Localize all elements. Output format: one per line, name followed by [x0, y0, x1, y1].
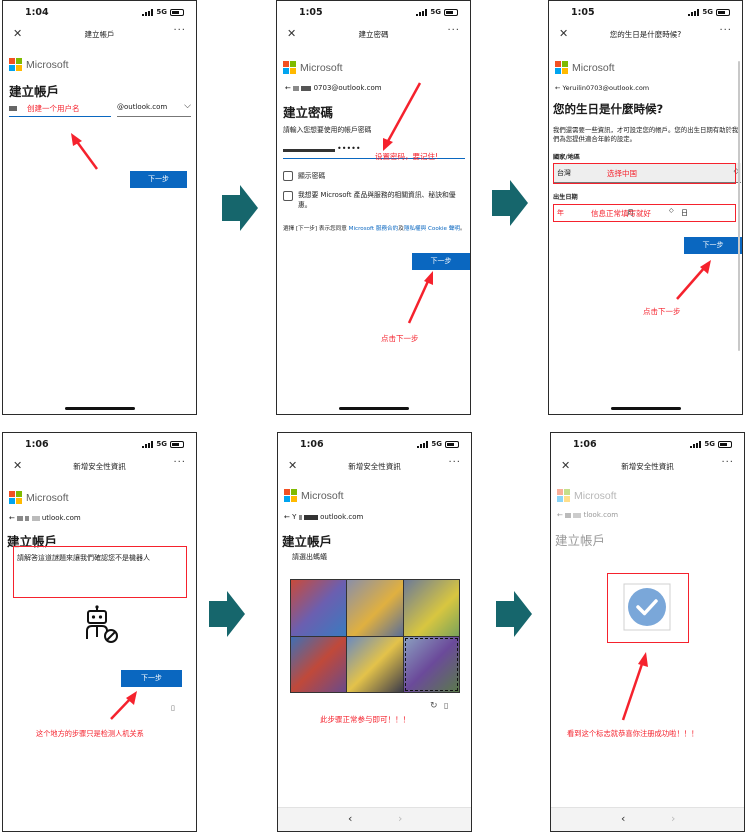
captcha-instruction: 請選出螞蟻	[292, 553, 327, 561]
click-next-annotation: 点击下一步	[643, 307, 681, 316]
signal-indicator: 5G	[417, 440, 459, 448]
scrollbar[interactable]	[738, 61, 740, 351]
captcha-tile[interactable]	[403, 580, 459, 636]
next-button[interactable]: 下一步	[130, 171, 187, 188]
panel-create-username: 1:04 5G ✕ 建立帳戶 ··· Microsoft 建立帳戶 创建一个用户…	[2, 0, 197, 415]
more-icon[interactable]: ···	[448, 457, 461, 468]
captcha-note-annotation: 这个地方的步骤只是检测人机关系	[36, 729, 144, 738]
annotation-arrow	[110, 691, 137, 720]
home-indicator	[338, 407, 409, 410]
close-icon[interactable]: ✕	[288, 459, 297, 472]
flow-arrow-icon	[209, 591, 245, 637]
captcha-tile[interactable]	[403, 636, 459, 692]
nav-bar: ✕ 新增安全性資訊 ···	[278, 457, 471, 477]
home-indicator	[610, 407, 681, 410]
captcha-tile[interactable]	[347, 580, 403, 636]
captcha-tile[interactable]	[291, 580, 347, 636]
battery-icon	[445, 440, 459, 448]
captcha-image-grid	[290, 579, 460, 693]
success-annotation: 看到这个标志就恭喜你注册成功啦！！！	[567, 729, 699, 738]
page-title: 建立帳戶	[282, 534, 333, 549]
panel-captcha-intro: 1:06 5G ✕ 新增安全性資訊 ··· Microsoft ← utlook…	[2, 432, 197, 832]
back-arrow-icon[interactable]: ←	[284, 513, 290, 521]
captcha-tile[interactable]	[347, 636, 403, 692]
account-email: ← Y outlook.com	[284, 513, 364, 521]
refresh-icon[interactable]: ↻	[430, 701, 438, 711]
microsoft-logo: Microsoft	[284, 489, 344, 502]
forward-icon[interactable]: ›	[398, 812, 402, 825]
annotation-arrow	[621, 652, 648, 721]
annotation-arrow	[676, 260, 711, 300]
browser-bottom-bar: ‹ ›	[551, 807, 744, 831]
panel-birthday: 1:05 5G ✕ 您的生日是什麼時候? ··· Microsoft ← Yer…	[548, 0, 743, 415]
panel-captcha-puzzle: 1:06 5G ✕ 新增安全性資訊 ··· Microsoft ← Y outl…	[277, 432, 472, 832]
back-icon[interactable]: ‹	[621, 812, 625, 825]
flow-arrow-icon	[492, 180, 528, 226]
panel-create-password: 1:05 5G ✕ 建立密碼 ··· Microsoft ← 0703@outl…	[276, 0, 471, 415]
flow-arrow-icon	[222, 185, 258, 231]
annotation-arrow	[383, 82, 433, 324]
home-indicator	[64, 407, 135, 410]
browser-bottom-bar: ‹ ›	[278, 807, 471, 831]
back-icon[interactable]: ‹	[348, 812, 352, 825]
captcha-annotation: 此步骤正常参与即可！！！	[320, 715, 410, 724]
status-time: 1:06	[300, 439, 324, 450]
panel-success: 1:06 5G ✕ 新增安全性資訊 ··· Microsoft ← tlook.…	[550, 432, 745, 832]
status-bar: 1:06 5G	[278, 433, 471, 457]
flow-arrow-icon	[496, 591, 532, 637]
audio-icon[interactable]: ▯	[444, 701, 448, 710]
nav-title: 新增安全性資訊	[348, 462, 401, 471]
captcha-tile[interactable]	[291, 636, 347, 692]
annotation-arrow	[71, 133, 99, 170]
click-next-annotation: 点击下一步	[381, 334, 419, 343]
forward-icon[interactable]: ›	[671, 812, 675, 825]
